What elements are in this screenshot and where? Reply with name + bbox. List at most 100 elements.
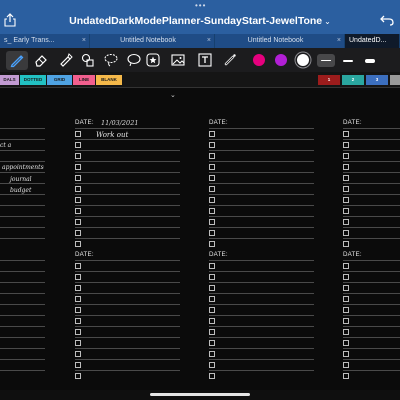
task-checkbox[interactable] — [209, 219, 215, 225]
task-checkbox[interactable] — [343, 131, 349, 137]
color-swatch-magenta[interactable] — [253, 54, 265, 66]
task-checkbox[interactable] — [75, 318, 81, 324]
tab-untitled-notebook-2[interactable]: Untitled Notebook × — [215, 34, 345, 48]
close-icon[interactable]: × — [82, 34, 86, 48]
task-checkbox[interactable] — [343, 241, 349, 247]
task-checkbox[interactable] — [209, 307, 215, 313]
task-checkbox[interactable] — [209, 153, 215, 159]
task-checkbox[interactable] — [75, 230, 81, 236]
task-checkbox[interactable] — [75, 340, 81, 346]
section-tab-grid[interactable]: GRID — [47, 75, 72, 85]
task-checkbox[interactable] — [209, 318, 215, 324]
task-checkbox[interactable] — [343, 340, 349, 346]
task-checkbox[interactable] — [343, 274, 349, 280]
task-checkbox[interactable] — [75, 186, 81, 192]
task-checkbox[interactable] — [75, 219, 81, 225]
task-checkbox[interactable] — [209, 351, 215, 357]
task-checkbox[interactable] — [75, 197, 81, 203]
task-checkbox[interactable] — [343, 164, 349, 170]
color-swatch-white[interactable] — [297, 54, 309, 66]
task-checkbox[interactable] — [75, 142, 81, 148]
task-checkbox[interactable] — [209, 362, 215, 368]
task-checkbox[interactable] — [343, 263, 349, 269]
task-checkbox[interactable] — [343, 186, 349, 192]
pen-icon[interactable] — [7, 51, 27, 69]
section-tab-dals[interactable]: DALS — [0, 75, 19, 85]
task-checkbox[interactable] — [75, 131, 81, 137]
section-tab-dotted[interactable]: DOTTED — [20, 75, 46, 85]
task-checkbox[interactable] — [75, 208, 81, 214]
section-tab-line[interactable]: LINE — [73, 75, 95, 85]
month-tab-more[interactable] — [390, 75, 400, 85]
task-checkbox[interactable] — [343, 296, 349, 302]
text-box-icon[interactable] — [195, 51, 215, 69]
task-checkbox[interactable] — [75, 285, 81, 291]
task-checkbox[interactable] — [75, 329, 81, 335]
close-icon[interactable]: × — [207, 34, 211, 48]
task-checkbox[interactable] — [209, 285, 215, 291]
task-checkbox[interactable] — [209, 164, 215, 170]
task-checkbox[interactable] — [343, 318, 349, 324]
lasso-icon[interactable] — [101, 51, 121, 69]
task-checkbox[interactable] — [343, 307, 349, 313]
task-checkbox[interactable] — [343, 142, 349, 148]
task-checkbox[interactable] — [343, 230, 349, 236]
sticker-icon[interactable] — [143, 51, 163, 69]
window-menu-dots[interactable]: ••• — [195, 2, 206, 10]
eraser-icon[interactable] — [31, 51, 51, 69]
color-swatch-purple[interactable] — [275, 54, 287, 66]
task-checkbox[interactable] — [209, 340, 215, 346]
task-checkbox[interactable] — [75, 351, 81, 357]
task-checkbox[interactable] — [343, 197, 349, 203]
laser-pointer-icon[interactable] — [220, 51, 240, 69]
task-checkbox[interactable] — [75, 164, 81, 170]
task-checkbox[interactable] — [343, 219, 349, 225]
task-checkbox[interactable] — [75, 175, 81, 181]
undo-icon[interactable] — [380, 14, 394, 26]
task-checkbox[interactable] — [343, 153, 349, 159]
section-tab-blank[interactable]: BLANK — [96, 75, 122, 85]
task-checkbox[interactable] — [75, 274, 81, 280]
tab-undated-planner[interactable]: UndatedD... — [345, 34, 400, 48]
task-checkbox[interactable] — [343, 208, 349, 214]
task-checkbox[interactable] — [75, 263, 81, 269]
task-checkbox[interactable] — [343, 329, 349, 335]
task-checkbox[interactable] — [75, 362, 81, 368]
shapes-icon[interactable] — [78, 51, 98, 69]
task-checkbox[interactable] — [75, 241, 81, 247]
task-checkbox[interactable] — [209, 142, 215, 148]
line-width-thin[interactable] — [317, 54, 335, 67]
task-checkbox[interactable] — [209, 186, 215, 192]
task-checkbox[interactable] — [209, 373, 215, 379]
task-checkbox[interactable] — [75, 307, 81, 313]
planner-page[interactable]: DALS DOTTED GRID LINE BLANK 1 2 3 ⌄ ct a appoin… — [0, 72, 400, 390]
task-checkbox[interactable] — [209, 208, 215, 214]
lasso-tool-icon[interactable] — [124, 51, 144, 69]
line-width-medium[interactable] — [339, 54, 357, 67]
task-checkbox[interactable] — [75, 373, 81, 379]
task-checkbox[interactable] — [209, 296, 215, 302]
task-checkbox[interactable] — [209, 197, 215, 203]
close-icon[interactable]: × — [337, 34, 341, 48]
image-icon[interactable] — [168, 51, 188, 69]
line-width-thick[interactable] — [361, 54, 379, 67]
task-checkbox[interactable] — [209, 230, 215, 236]
task-checkbox[interactable] — [343, 351, 349, 357]
task-checkbox[interactable] — [75, 153, 81, 159]
month-tab-2[interactable]: 2 — [342, 75, 364, 85]
task-checkbox[interactable] — [209, 241, 215, 247]
task-checkbox[interactable] — [209, 131, 215, 137]
month-tab-3[interactable]: 3 — [366, 75, 388, 85]
task-checkbox[interactable] — [209, 274, 215, 280]
task-checkbox[interactable] — [343, 373, 349, 379]
task-checkbox[interactable] — [343, 285, 349, 291]
highlighter-icon[interactable] — [55, 51, 75, 69]
month-tab-1[interactable]: 1 — [318, 75, 340, 85]
document-title[interactable]: UndatedDarkModePlanner-SundayStart-Jewel… — [0, 15, 400, 27]
tab-early-trans[interactable]: s_ Early Trans... × — [0, 34, 90, 48]
task-checkbox[interactable] — [209, 263, 215, 269]
task-checkbox[interactable] — [209, 175, 215, 181]
tab-untitled-notebook-1[interactable]: Untitled Notebook × — [90, 34, 215, 48]
home-indicator[interactable] — [150, 393, 250, 396]
task-checkbox[interactable] — [343, 362, 349, 368]
